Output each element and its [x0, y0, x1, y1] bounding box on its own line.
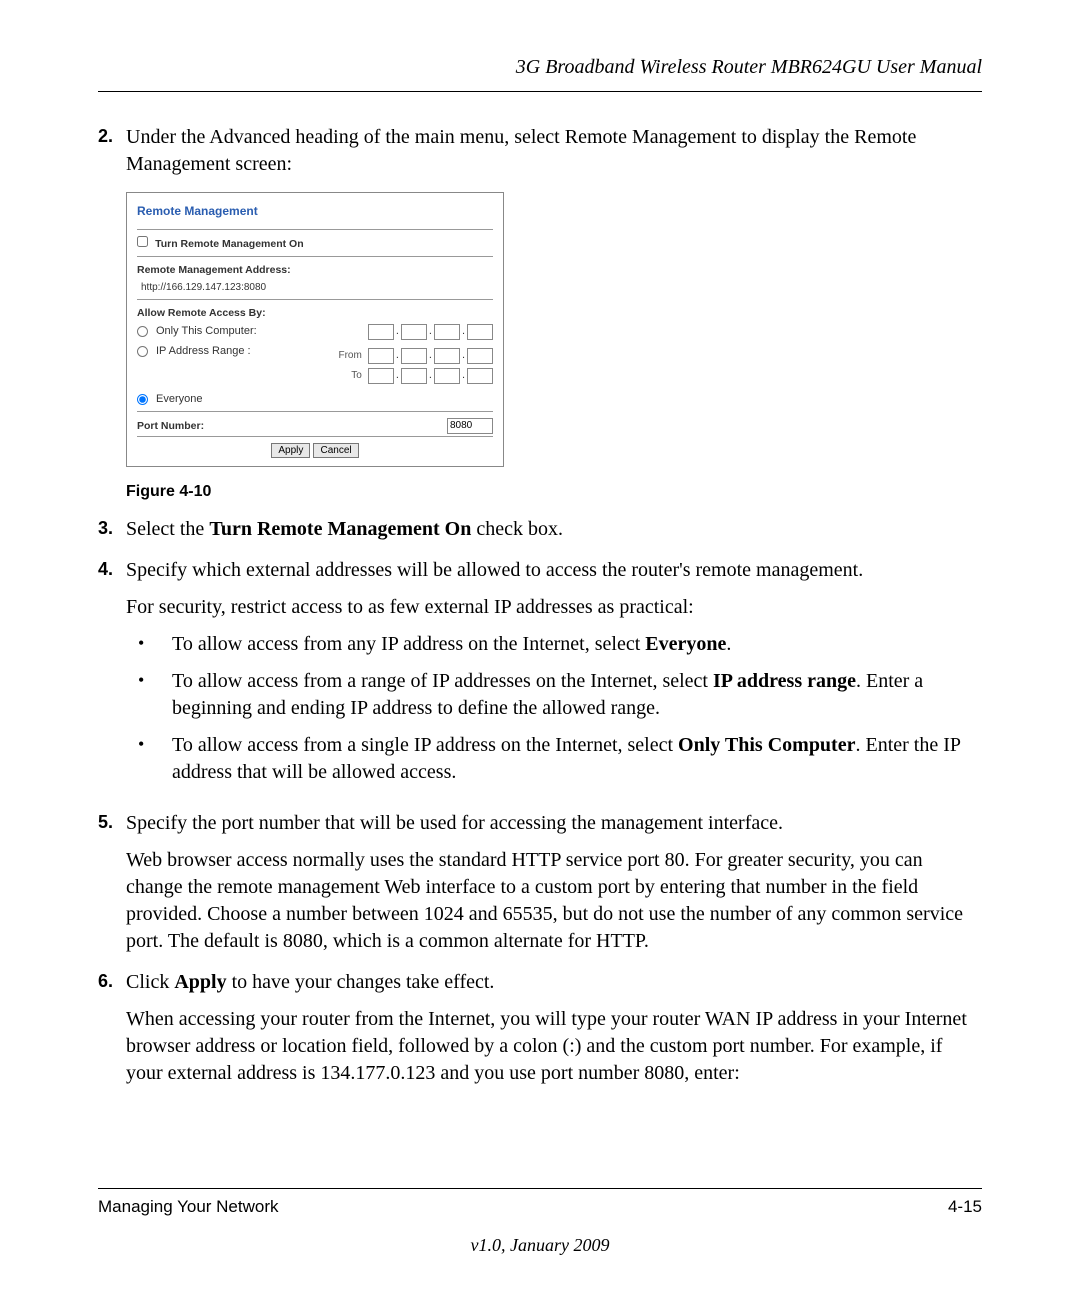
- everyone-radio[interactable]: [137, 394, 148, 405]
- step-number: 4.: [98, 557, 126, 796]
- range-label: IP Address Range :: [156, 344, 251, 359]
- bullet-text: To allow access from a range of IP addre…: [172, 668, 982, 722]
- ip-octet[interactable]: [434, 368, 460, 384]
- turn-remote-mgmt-checkbox[interactable]: [137, 236, 148, 247]
- step-2-text: Under the Advanced heading of the main m…: [126, 124, 982, 178]
- ip-octet[interactable]: [434, 324, 460, 340]
- step-2: 2. Under the Advanced heading of the mai…: [98, 124, 982, 178]
- range-row: IP Address Range : From ... To ...: [137, 344, 493, 388]
- port-input[interactable]: [447, 418, 493, 434]
- step-4-text: Specify which external addresses will be…: [126, 557, 982, 584]
- header-rule: [98, 91, 982, 92]
- to-label: To: [351, 369, 362, 383]
- running-header: 3G Broadband Wireless Router MBR624GU Us…: [98, 56, 982, 87]
- ip-octet[interactable]: [467, 348, 493, 364]
- ip-octet[interactable]: [401, 348, 427, 364]
- ip-octet[interactable]: [401, 324, 427, 340]
- bullet-text: To allow access from any IP address on t…: [172, 631, 982, 658]
- bullet-icon: •: [126, 668, 172, 722]
- figure-caption: Figure 4-10: [126, 481, 982, 503]
- footer-version: v1.0, January 2009: [98, 1235, 982, 1256]
- ip-octet[interactable]: [467, 368, 493, 384]
- step-3: 3. Select the Turn Remote Management On …: [98, 516, 982, 543]
- only-this-label: Only This Computer:: [156, 324, 257, 339]
- step-5-para: Web browser access normally uses the sta…: [126, 847, 982, 955]
- step-number: 2.: [98, 124, 126, 178]
- range-ip-block: From ... To ...: [338, 344, 493, 388]
- step-6-text: Click Apply to have your changes take ef…: [126, 969, 982, 996]
- step-number: 3.: [98, 516, 126, 543]
- ip-octet[interactable]: [401, 368, 427, 384]
- button-row: Apply Cancel: [137, 443, 493, 458]
- ip-octet[interactable]: [368, 348, 394, 364]
- ip-octet[interactable]: [434, 348, 460, 364]
- footer-page: 4-15: [948, 1197, 982, 1217]
- bullet-text: To allow access from a single IP address…: [172, 732, 982, 786]
- port-row: Port Number:: [137, 418, 493, 434]
- step-6-para: When accessing your router from the Inte…: [126, 1006, 982, 1087]
- only-this-ip: ...: [368, 324, 493, 340]
- apply-button[interactable]: Apply: [271, 443, 310, 458]
- bullet-icon: •: [126, 631, 172, 658]
- step-number: 6.: [98, 969, 126, 1087]
- step-4: 4. Specify which external addresses will…: [98, 557, 982, 796]
- remote-management-screenshot: Remote Management Turn Remote Management…: [126, 192, 504, 467]
- addr-value: http://166.129.147.123:8080: [141, 281, 493, 295]
- content-area: 2. Under the Advanced heading of the mai…: [98, 124, 982, 1087]
- allow-label: Allow Remote Access By:: [137, 306, 493, 320]
- addr-label: Remote Management Address:: [137, 263, 493, 277]
- footer-section: Managing Your Network: [98, 1197, 279, 1217]
- ip-octet[interactable]: [467, 324, 493, 340]
- step-5-text: Specify the port number that will be use…: [126, 810, 982, 837]
- everyone-label: Everyone: [156, 392, 202, 407]
- panel-title: Remote Management: [137, 199, 493, 227]
- step-3-text: Select the Turn Remote Management On che…: [126, 516, 982, 543]
- step-4-sub: For security, restrict access to as few …: [126, 594, 982, 621]
- bullet-icon: •: [126, 732, 172, 786]
- step-6: 6. Click Apply to have your changes take…: [98, 969, 982, 1087]
- turn-on-row: Turn Remote Management On: [137, 236, 493, 252]
- step-5: 5. Specify the port number that will be …: [98, 810, 982, 955]
- footer-rule: [98, 1188, 982, 1189]
- figure-4-10: Remote Management Turn Remote Management…: [126, 192, 982, 467]
- turn-remote-mgmt-label: Turn Remote Management On: [155, 238, 304, 250]
- ip-octet[interactable]: [368, 368, 394, 384]
- cancel-button[interactable]: Cancel: [313, 443, 358, 458]
- port-label: Port Number:: [137, 419, 204, 433]
- everyone-row: Everyone: [137, 392, 493, 407]
- only-this-radio[interactable]: [137, 326, 148, 337]
- page-footer: Managing Your Network 4-15 v1.0, January…: [98, 1170, 982, 1256]
- step-number: 5.: [98, 810, 126, 955]
- ip-octet[interactable]: [368, 324, 394, 340]
- from-label: From: [338, 349, 361, 363]
- range-radio[interactable]: [137, 346, 148, 357]
- only-this-row: Only This Computer: ...: [137, 324, 493, 340]
- step-4-bullets: •To allow access from any IP address on …: [126, 631, 982, 786]
